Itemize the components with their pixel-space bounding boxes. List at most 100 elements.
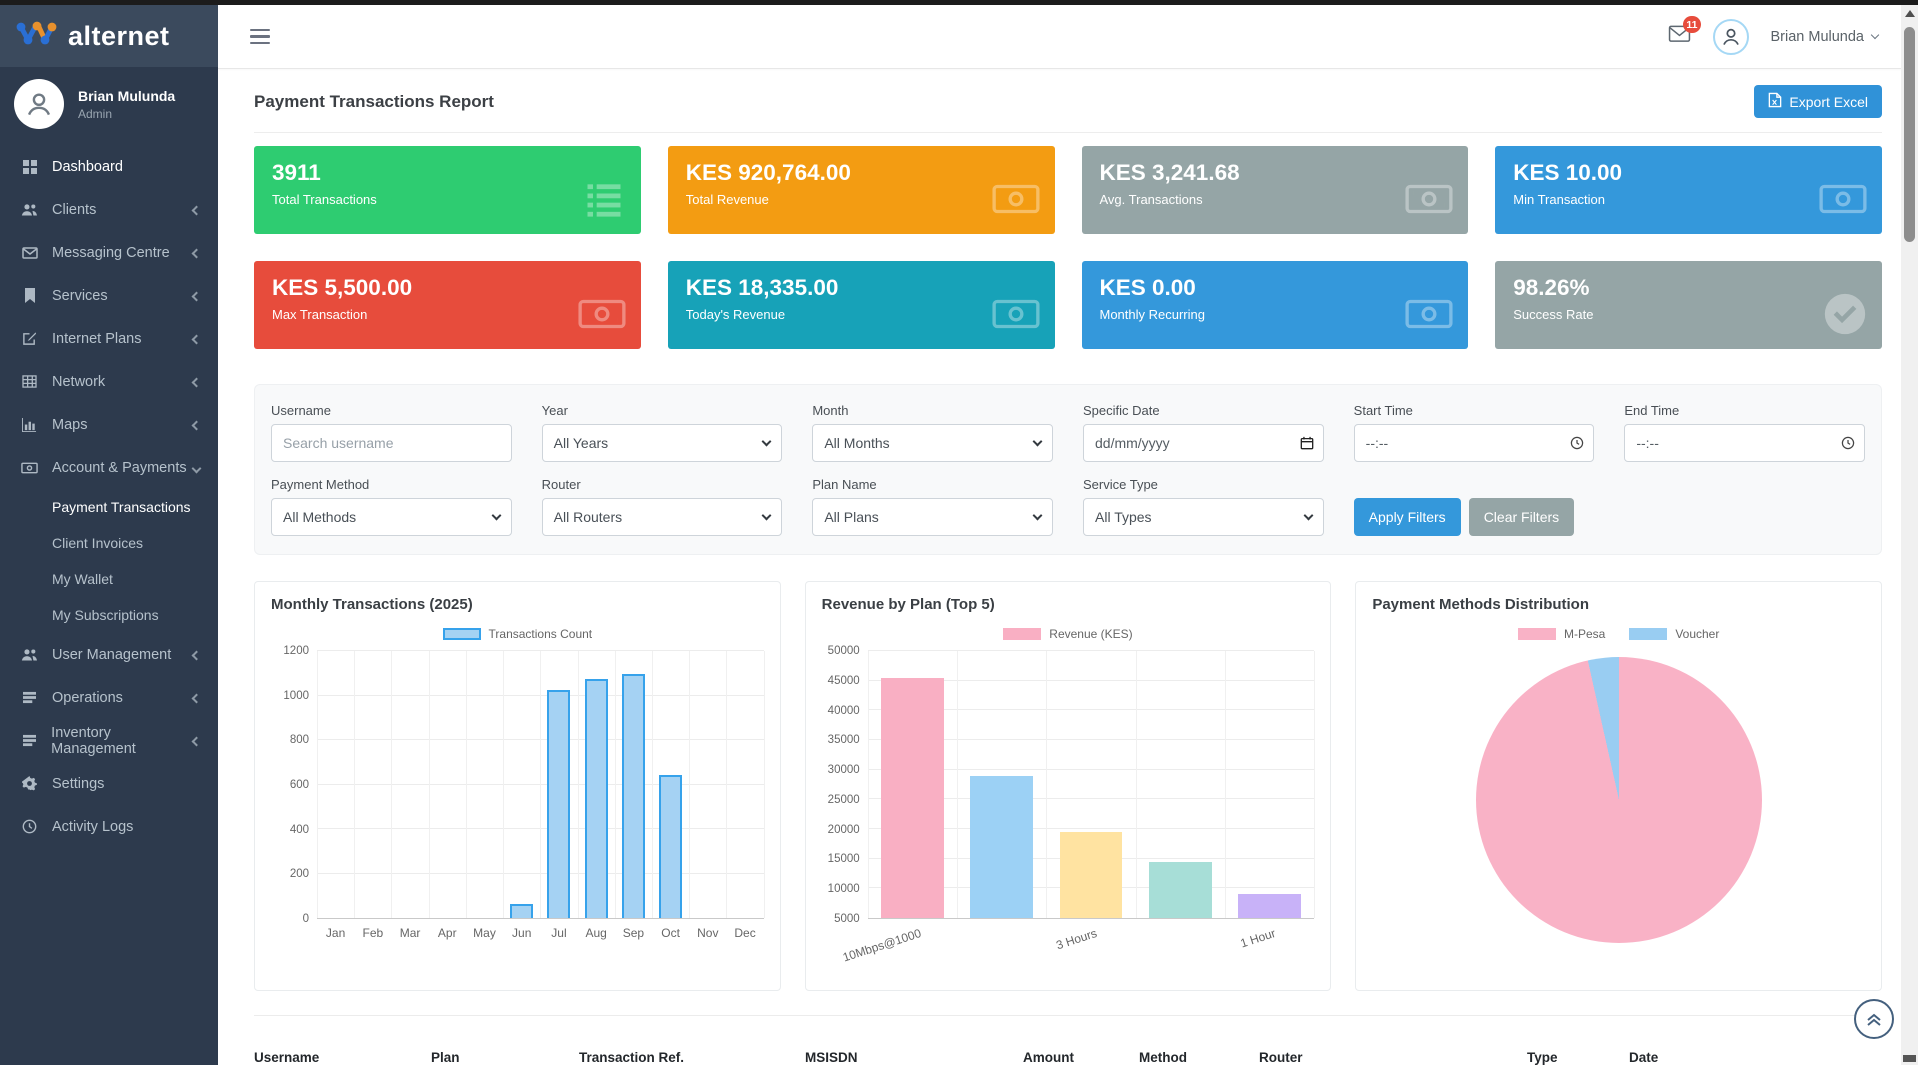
bar-chart-plot: 020040060080010001200 bbox=[271, 651, 764, 919]
sidebar-item-label: Messaging Centre bbox=[52, 245, 170, 261]
router-select[interactable]: All Routers bbox=[542, 498, 783, 536]
stat-value: KES 10.00 bbox=[1513, 159, 1864, 186]
banknote-icon bbox=[577, 292, 627, 341]
scroll-to-top-button[interactable] bbox=[1854, 999, 1894, 1039]
users-icon bbox=[20, 647, 39, 662]
list-icon bbox=[581, 177, 627, 226]
sidebar-user-name: Brian Mulunda bbox=[78, 88, 175, 104]
sidebar-item-maps[interactable]: Maps bbox=[0, 403, 218, 446]
stat-label: Total Transactions bbox=[272, 192, 623, 207]
sidebar-item-network[interactable]: Network bbox=[0, 360, 218, 403]
clock-icon bbox=[1841, 436, 1855, 450]
unread-badge: 11 bbox=[1683, 16, 1700, 33]
page-scrollbar[interactable] bbox=[1901, 5, 1918, 1065]
stat-label: Total Revenue bbox=[686, 192, 1037, 207]
sidebar-item-client-invoices[interactable]: Client Invoices bbox=[0, 525, 218, 561]
chevron-left-icon bbox=[193, 690, 200, 706]
sidebar-item-label: Inventory Management bbox=[51, 725, 193, 757]
banknote-icon bbox=[991, 177, 1041, 226]
stat-value: 98.26% bbox=[1513, 274, 1864, 301]
sidebar-item-label: Network bbox=[52, 374, 105, 390]
start-time-input[interactable]: --:-- bbox=[1354, 424, 1595, 462]
transactions-table: UsernamePlanTransaction Ref.MSISDNAmount… bbox=[254, 1015, 1882, 1065]
clock-icon bbox=[20, 819, 39, 834]
sidebar-item-label: My Wallet bbox=[52, 571, 113, 587]
sidebar-item-clients[interactable]: Clients bbox=[0, 188, 218, 231]
filters-row-1: UsernameYearAll YearsMonthAll MonthsSpec… bbox=[271, 403, 1865, 462]
brand: alternet bbox=[0, 5, 218, 67]
sidebar-item-my-subscriptions[interactable]: My Subscriptions bbox=[0, 597, 218, 633]
payment-method-select[interactable]: All Methods bbox=[271, 498, 512, 536]
plan-name-select[interactable]: All Plans bbox=[812, 498, 1053, 536]
sidebar-item-label: Dashboard bbox=[52, 159, 123, 175]
sidebar-item-services[interactable]: Services bbox=[0, 274, 218, 317]
banknote-icon bbox=[991, 292, 1041, 341]
sidebar-item-activity-logs[interactable]: Activity Logs bbox=[0, 805, 218, 848]
bar-10mbps-1000 bbox=[881, 678, 944, 918]
sidebar-item-dashboard[interactable]: Dashboard bbox=[0, 145, 218, 188]
menu-toggle-button[interactable] bbox=[244, 23, 276, 51]
sidebar-user-role: Admin bbox=[78, 107, 175, 121]
users-icon bbox=[20, 202, 39, 217]
username-input[interactable] bbox=[271, 424, 512, 462]
clock-icon bbox=[1570, 436, 1584, 450]
filters-row-2: Payment MethodAll MethodsRouterAll Route… bbox=[271, 477, 1865, 536]
sidebar-item-label: Operations bbox=[52, 690, 123, 706]
brand-name: alternet bbox=[68, 21, 170, 52]
bar-chart-icon bbox=[20, 418, 39, 432]
table-header-type: Type bbox=[1527, 1050, 1629, 1065]
sidebar-item-label: Maps bbox=[52, 417, 87, 433]
filter-specific-date: Specific Datedd/mm/yyyy bbox=[1083, 403, 1324, 462]
sidebar-item-label: My Subscriptions bbox=[52, 607, 159, 623]
sidebar-item-messaging-centre[interactable]: Messaging Centre bbox=[0, 231, 218, 274]
stat-label: Monthly Recurring bbox=[1100, 307, 1451, 322]
user-menu[interactable]: Brian Mulunda bbox=[1771, 29, 1879, 45]
banknote-icon bbox=[1404, 177, 1454, 226]
sidebar-item-internet-plans[interactable]: Internet Plans bbox=[0, 317, 218, 360]
filter-label: Service Type bbox=[1083, 477, 1324, 492]
sidebar-item-user-management[interactable]: User Management bbox=[0, 633, 218, 676]
topbar-avatar[interactable] bbox=[1713, 19, 1749, 55]
chart-legend: Revenue (KES) bbox=[822, 627, 1315, 641]
page-title: Payment Transactions Report bbox=[254, 92, 494, 112]
service-type-select[interactable]: All Types bbox=[1083, 498, 1324, 536]
filter-end-time: End Time--:-- bbox=[1624, 403, 1865, 462]
sidebar-avatar bbox=[14, 79, 64, 129]
stat-value: KES 18,335.00 bbox=[686, 274, 1037, 301]
bar-aug bbox=[585, 679, 608, 918]
sidebar-item-inventory-management[interactable]: Inventory Management bbox=[0, 719, 218, 762]
sidebar-item-label: Clients bbox=[52, 202, 96, 218]
scrollbar-thumb[interactable] bbox=[1904, 27, 1915, 242]
chevron-down-icon bbox=[193, 460, 200, 476]
export-excel-button[interactable]: Export Excel bbox=[1754, 85, 1882, 118]
table-header-amount: Amount bbox=[1023, 1050, 1139, 1065]
clear-filters-button[interactable]: Clear Filters bbox=[1469, 498, 1574, 536]
sidebar-item-my-wallet[interactable]: My Wallet bbox=[0, 561, 218, 597]
filters-panel: UsernameYearAll YearsMonthAll MonthsSpec… bbox=[254, 384, 1882, 555]
stat-label: Min Transaction bbox=[1513, 192, 1864, 207]
scrollbar-up-arrow-icon[interactable] bbox=[1905, 10, 1915, 17]
messages-button[interactable]: 11 bbox=[1668, 25, 1691, 48]
table-header-router: Router bbox=[1259, 1050, 1527, 1065]
filter-label: Payment Method bbox=[271, 477, 512, 492]
table-header-msisdn: MSISDN bbox=[805, 1050, 1023, 1065]
year-select[interactable]: All Years bbox=[542, 424, 783, 462]
stat-card-avg-transactions: KES 3,241.68Avg. Transactions bbox=[1082, 146, 1469, 234]
bar-oct bbox=[659, 775, 682, 919]
end-time-input[interactable]: --:-- bbox=[1624, 424, 1865, 462]
sidebar-item-operations[interactable]: Operations bbox=[0, 676, 218, 719]
chevron-left-icon bbox=[193, 245, 200, 261]
chevron-left-icon bbox=[193, 288, 200, 304]
month-select[interactable]: All Months bbox=[812, 424, 1053, 462]
bar-chart-plot: 5000100001500020000250003000035000400004… bbox=[822, 651, 1315, 919]
apply-filters-button[interactable]: Apply Filters bbox=[1354, 498, 1461, 536]
topbar-user-name: Brian Mulunda bbox=[1771, 29, 1865, 45]
sidebar-item-account-payments[interactable]: Account & Payments bbox=[0, 446, 218, 489]
stat-card-max-transaction: KES 5,500.00Max Transaction bbox=[254, 261, 641, 349]
specific-date-input[interactable]: dd/mm/yyyy bbox=[1083, 424, 1324, 462]
sidebar-item-payment-transactions[interactable]: Payment Transactions bbox=[0, 489, 218, 525]
chart-title: Revenue by Plan (Top 5) bbox=[822, 596, 1315, 613]
scrollbar-down-arrow-icon[interactable] bbox=[1903, 1055, 1916, 1062]
table-icon bbox=[20, 375, 39, 388]
sidebar-item-settings[interactable]: Settings bbox=[0, 762, 218, 805]
